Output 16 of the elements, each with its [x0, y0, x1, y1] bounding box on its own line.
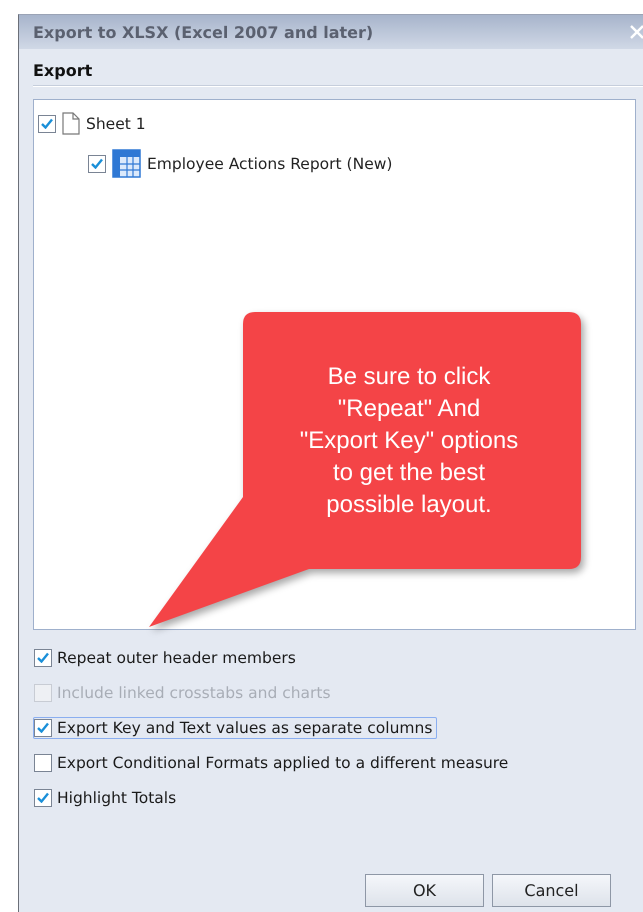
- option-checkbox[interactable]: Export Conditional Formats applied to a different measure: [33, 752, 514, 774]
- ok-button[interactable]: OK: [365, 874, 484, 907]
- option-label: Repeat outer header members: [57, 648, 296, 666]
- option-label: Export Conditional Formats applied to a different measure: [57, 754, 508, 772]
- option-checkbox[interactable]: Export Key and Text values as separate columns: [33, 716, 438, 738]
- tree-item-label[interactable]: Sheet 1: [86, 114, 146, 132]
- callout-text: Be sure to click "Repeat" And "Export Key" options to get the best possible layout.: [298, 362, 520, 520]
- window-title: Export to XLSX (Excel 2007 and later): [33, 22, 374, 42]
- option-label: Highlight Totals: [57, 788, 176, 806]
- option-label: Export Key and Text values as separate columns: [57, 718, 432, 736]
- tree-item-label[interactable]: Employee Actions Report (New): [147, 154, 392, 172]
- option-checkbox[interactable]: Highlight Totals: [33, 786, 182, 808]
- option-label: Include linked crosstabs and charts: [57, 684, 331, 702]
- option-checkbox[interactable]: Repeat outer header members: [33, 646, 301, 668]
- section-title: Export: [33, 61, 92, 80]
- cancel-button[interactable]: Cancel: [492, 874, 611, 907]
